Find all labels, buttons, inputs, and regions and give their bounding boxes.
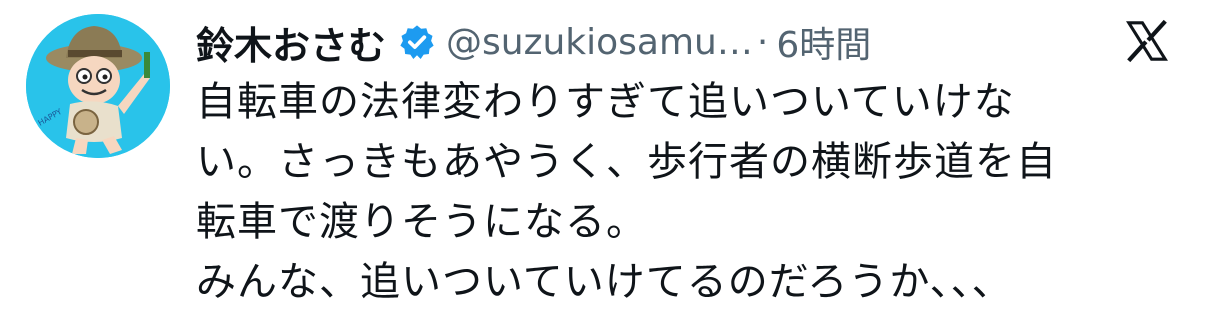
tweet-text-line: みんな、追いついていけてるのだろうか、、、	[196, 259, 1013, 305]
timestamp[interactable]: 6時間	[776, 16, 871, 68]
tweet-text-line: い。さっきもあやうく、歩行者の横断歩道を自	[196, 139, 1057, 185]
verified-badge-icon[interactable]	[398, 23, 436, 61]
separator-dot: ·	[756, 21, 769, 63]
tweet-text-line: 転車で渡りそうになる。	[196, 199, 647, 245]
tweet-header: 鈴木おさむ @suzukiosamu… · 6時間	[196, 14, 871, 70]
user-handle[interactable]: @suzukiosamu…	[446, 22, 753, 63]
x-logo-icon	[1124, 18, 1170, 64]
cartoon-avatar-icon: HAPPY	[26, 14, 170, 158]
tweet-text: 自転車の法律変わりすぎて追いついていけな い。さっきもあやうく、歩行者の横断歩道…	[196, 72, 1176, 312]
tweet-card[interactable]: HAPPY 鈴木おさむ @suzukiosamu… · 6時間 自転車の法律変わ…	[0, 0, 1206, 336]
tweet-text-line: 自転車の法律変わりすぎて追いついていけな	[196, 79, 1015, 125]
display-name[interactable]: 鈴木おさむ	[196, 15, 386, 70]
avatar[interactable]: HAPPY	[26, 14, 170, 158]
